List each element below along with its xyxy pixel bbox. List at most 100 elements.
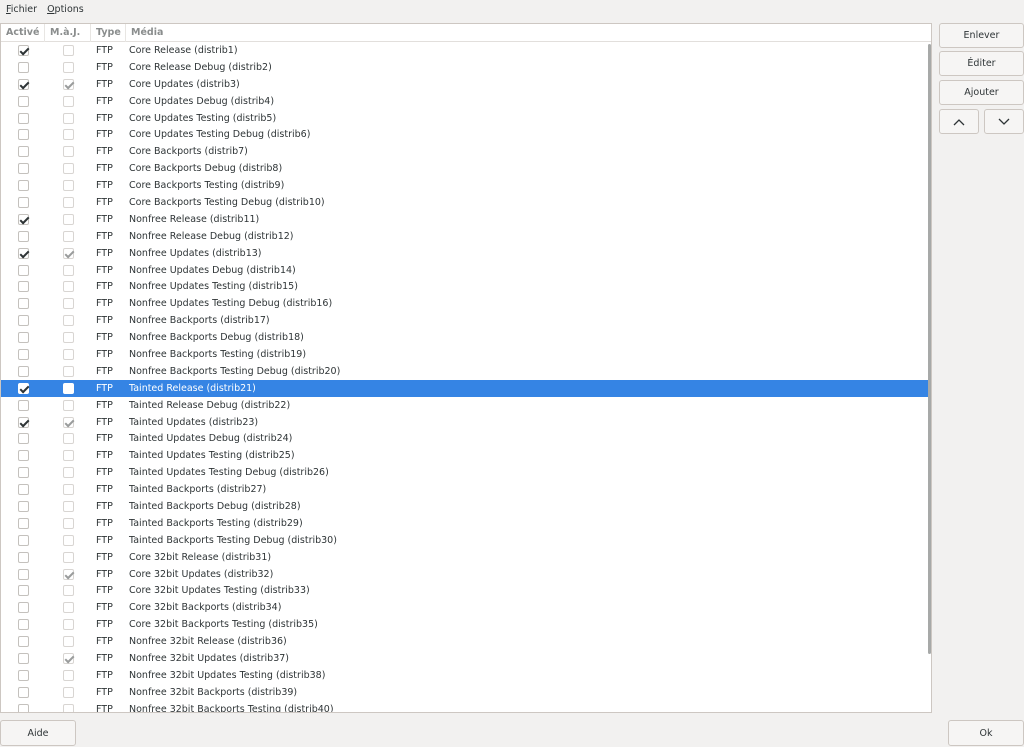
table-row[interactable]: FTP Tainted Updates Testing Debug (distri… [1,464,931,481]
active-checkbox[interactable] [17,399,29,411]
update-checkbox[interactable] [62,703,74,712]
active-checkbox[interactable] [17,619,29,631]
active-checkbox[interactable] [17,180,29,192]
media-list[interactable]: Activé M.à.J. Type Média FTP Core Release… [0,23,932,713]
table-row[interactable]: FTP Tainted Backports Debug (distrib28) [1,498,931,515]
update-checkbox[interactable] [62,382,74,394]
table-row[interactable]: FTP Core 32bit Backports Testing (distrib… [1,616,931,633]
table-row[interactable]: FTP Core 32bit Updates Testing (distrib33… [1,583,931,600]
table-row[interactable]: FTP Core Backports Testing Debug (distrib… [1,194,931,211]
active-checkbox[interactable] [17,551,29,563]
menu-options[interactable]: Options [47,4,84,15]
table-row[interactable]: FTP Nonfree Backports Testing Debug (dist… [1,363,931,380]
active-checkbox[interactable] [17,61,29,73]
active-checkbox[interactable] [17,500,29,512]
table-row[interactable]: FTP Nonfree Updates Debug (distrib14) [1,262,931,279]
update-checkbox[interactable] [62,281,74,293]
update-checkbox[interactable] [62,585,74,597]
update-checkbox[interactable] [62,146,74,158]
table-row[interactable]: FTP Tainted Backports (distrib27) [1,481,931,498]
active-checkbox[interactable] [17,450,29,462]
active-checkbox[interactable] [17,95,29,107]
update-checkbox[interactable] [62,500,74,512]
update-checkbox[interactable] [62,653,74,664]
active-checkbox[interactable] [17,348,29,360]
table-row[interactable]: FTP Core Backports Testing (distrib9) [1,177,931,194]
table-row[interactable]: FTP Nonfree 32bit Release (distrib36) [1,633,931,650]
update-checkbox[interactable] [62,180,74,192]
table-row[interactable]: FTP Core 32bit Updates (distrib32) [1,566,931,583]
update-checkbox[interactable] [62,484,74,496]
active-checkbox[interactable] [17,196,29,208]
table-row[interactable]: FTP Nonfree Release Debug (distrib12) [1,228,931,245]
update-checkbox[interactable] [62,534,74,546]
update-checkbox[interactable] [62,44,74,56]
table-row[interactable]: FTP Tainted Release (distrib21) [1,379,931,397]
update-checkbox[interactable] [62,551,74,563]
update-checkbox[interactable] [62,129,74,141]
active-checkbox[interactable] [17,264,29,276]
update-checkbox[interactable] [62,416,74,428]
table-row[interactable]: FTP Core Release Debug (distrib2) [1,59,931,76]
active-checkbox[interactable] [17,585,29,597]
table-row[interactable]: FTP Tainted Updates Debug (distrib24) [1,430,931,447]
update-checkbox[interactable] [62,602,74,614]
update-checkbox[interactable] [62,315,74,327]
active-checkbox[interactable] [17,517,29,529]
active-checkbox[interactable] [17,703,29,712]
update-checkbox[interactable] [62,78,74,90]
active-checkbox[interactable] [17,416,29,428]
update-checkbox[interactable] [62,433,74,445]
active-checkbox[interactable] [17,78,29,90]
update-checkbox[interactable] [62,636,74,648]
table-row[interactable]: FTP Core Updates (distrib3) [1,76,931,93]
table-row[interactable]: FTP Tainted Updates (distrib23) [1,414,931,431]
update-checkbox[interactable] [62,95,74,107]
move-up-button[interactable] [939,109,979,134]
active-checkbox[interactable] [17,653,29,664]
active-checkbox[interactable] [17,315,29,327]
active-checkbox[interactable] [17,332,29,344]
active-checkbox[interactable] [17,484,29,496]
table-row[interactable]: FTP Core Backports Debug (distrib8) [1,160,931,177]
table-row[interactable]: FTP Core 32bit Backports (distrib34) [1,599,931,616]
update-checkbox[interactable] [62,467,74,479]
table-row[interactable]: FTP Nonfree Updates (distrib13) [1,245,931,262]
active-checkbox[interactable] [17,112,29,124]
remove-button[interactable]: Enlever [939,23,1024,48]
update-checkbox[interactable] [62,112,74,124]
move-down-button[interactable] [984,109,1024,134]
update-checkbox[interactable] [62,298,74,310]
update-checkbox[interactable] [62,619,74,631]
update-checkbox[interactable] [62,61,74,73]
table-row[interactable]: FTP Core Updates Testing Debug (distrib6) [1,126,931,143]
column-header-media[interactable]: Média [126,24,931,42]
table-row[interactable]: FTP Nonfree 32bit Updates Testing (distri… [1,667,931,684]
update-checkbox[interactable] [62,669,74,681]
table-row[interactable]: FTP Nonfree 32bit Backports (distrib39) [1,684,931,701]
table-row[interactable]: FTP Tainted Release Debug (distrib22) [1,397,931,414]
active-checkbox[interactable] [17,636,29,648]
table-row[interactable]: FTP Nonfree 32bit Backports Testing (dist… [1,701,931,712]
table-row[interactable]: FTP Nonfree 32bit Updates (distrib37) [1,650,931,667]
column-header-active[interactable]: Activé [1,24,45,42]
active-checkbox[interactable] [17,281,29,293]
active-checkbox[interactable] [17,230,29,242]
update-checkbox[interactable] [62,196,74,208]
active-checkbox[interactable] [17,247,29,259]
table-row[interactable]: FTP Nonfree Updates Testing Debug (distri… [1,295,931,312]
active-checkbox[interactable] [17,163,29,175]
active-checkbox[interactable] [17,365,29,377]
update-checkbox[interactable] [62,450,74,462]
active-checkbox[interactable] [17,433,29,445]
update-checkbox[interactable] [62,365,74,377]
vertical-scrollbar[interactable] [928,44,931,654]
update-checkbox[interactable] [62,332,74,344]
active-checkbox[interactable] [17,213,29,225]
active-checkbox[interactable] [17,568,29,580]
help-button[interactable]: Aide [0,720,76,746]
table-row[interactable]: FTP Nonfree Updates Testing (distrib15) [1,278,931,295]
table-row[interactable]: FTP Nonfree Backports (distrib17) [1,312,931,329]
update-checkbox[interactable] [62,230,74,242]
update-checkbox[interactable] [62,686,74,698]
